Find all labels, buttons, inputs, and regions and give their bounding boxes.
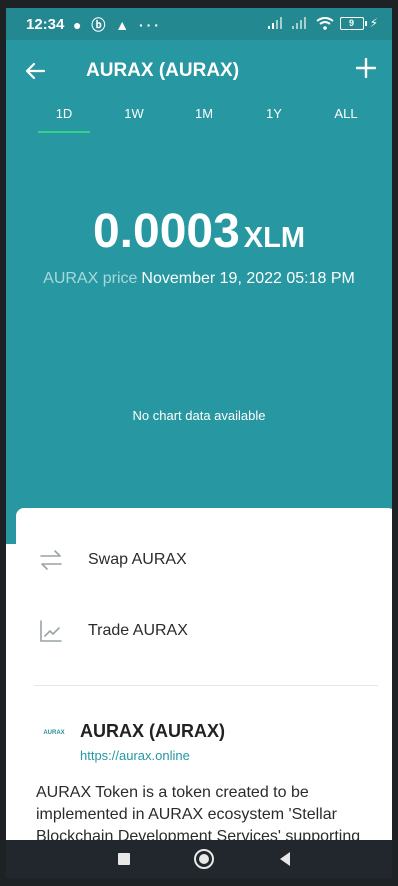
- price-date: November 19, 2022 05:18 PM: [141, 270, 355, 287]
- add-button[interactable]: [352, 52, 380, 84]
- price-value: 0.0003: [92, 205, 240, 258]
- wifi-icon: [315, 16, 334, 30]
- system-back-button[interactable]: [274, 848, 298, 870]
- swap-label: Swap AURAX: [88, 551, 187, 568]
- price-display: 0.0003 XLM: [6, 204, 392, 259]
- notification-icons: ● ⓑ ▲ ···: [73, 17, 162, 33]
- square-icon: [118, 853, 130, 865]
- tab-1m[interactable]: 1M: [174, 106, 234, 121]
- status-right-icons: 9 ⚡: [267, 16, 378, 30]
- price-meta: AURAX price November 19, 2022 05:18 PM: [6, 270, 392, 288]
- price-label: AURAX price: [43, 270, 138, 287]
- token-logo: AURAX: [43, 730, 65, 736]
- recents-button[interactable]: [112, 848, 136, 870]
- tab-all[interactable]: ALL: [316, 106, 376, 121]
- swap-icon: [40, 550, 62, 570]
- trade-chart-icon: [40, 620, 62, 642]
- signal-icon: [291, 17, 306, 29]
- divider: [34, 685, 378, 686]
- app-bar: AURAX (AURAX): [6, 46, 392, 96]
- price-unit: XLM: [243, 222, 306, 254]
- status-time: 12:34: [26, 16, 65, 33]
- range-tabs: 1D 1W 1M 1Y ALL: [6, 106, 392, 134]
- token-card: Swap AURAX Trade AURAX AURAX AURAX (AURA…: [16, 508, 392, 878]
- token-description: AURAX Token is a token created to be imp…: [36, 784, 361, 845]
- tab-1w[interactable]: 1W: [104, 106, 164, 121]
- app-screen: 12:34 ● ⓑ ▲ ··· 9 ⚡ AURAX (AURAX) 1D 1W …: [6, 8, 392, 878]
- swap-action[interactable]: Swap AURAX: [38, 540, 187, 580]
- circle-icon: [194, 849, 214, 869]
- page-title: AURAX (AURAX): [86, 60, 240, 81]
- token-name: AURAX (AURAX): [80, 721, 225, 741]
- home-button[interactable]: [192, 848, 216, 870]
- trade-label: Trade AURAX: [88, 622, 188, 639]
- trade-action[interactable]: Trade AURAX: [38, 611, 188, 651]
- arrow-left-icon: [25, 62, 46, 80]
- triangle-back-icon: [280, 852, 290, 866]
- token-website-link[interactable]: https://aurax.online: [80, 748, 190, 763]
- charging-icon: ⚡: [369, 16, 378, 30]
- system-nav-bar: [6, 840, 392, 878]
- status-bar: 12:34 ● ⓑ ▲ ··· 9 ⚡: [6, 8, 392, 40]
- tab-1y[interactable]: 1Y: [244, 106, 304, 121]
- battery-icon: 9: [339, 16, 367, 30]
- chart-empty-message: No chart data available: [132, 408, 266, 423]
- plus-icon: [355, 57, 377, 79]
- back-button[interactable]: [24, 56, 52, 84]
- signal-icon: [267, 17, 282, 29]
- tab-1d[interactable]: 1D: [34, 106, 94, 133]
